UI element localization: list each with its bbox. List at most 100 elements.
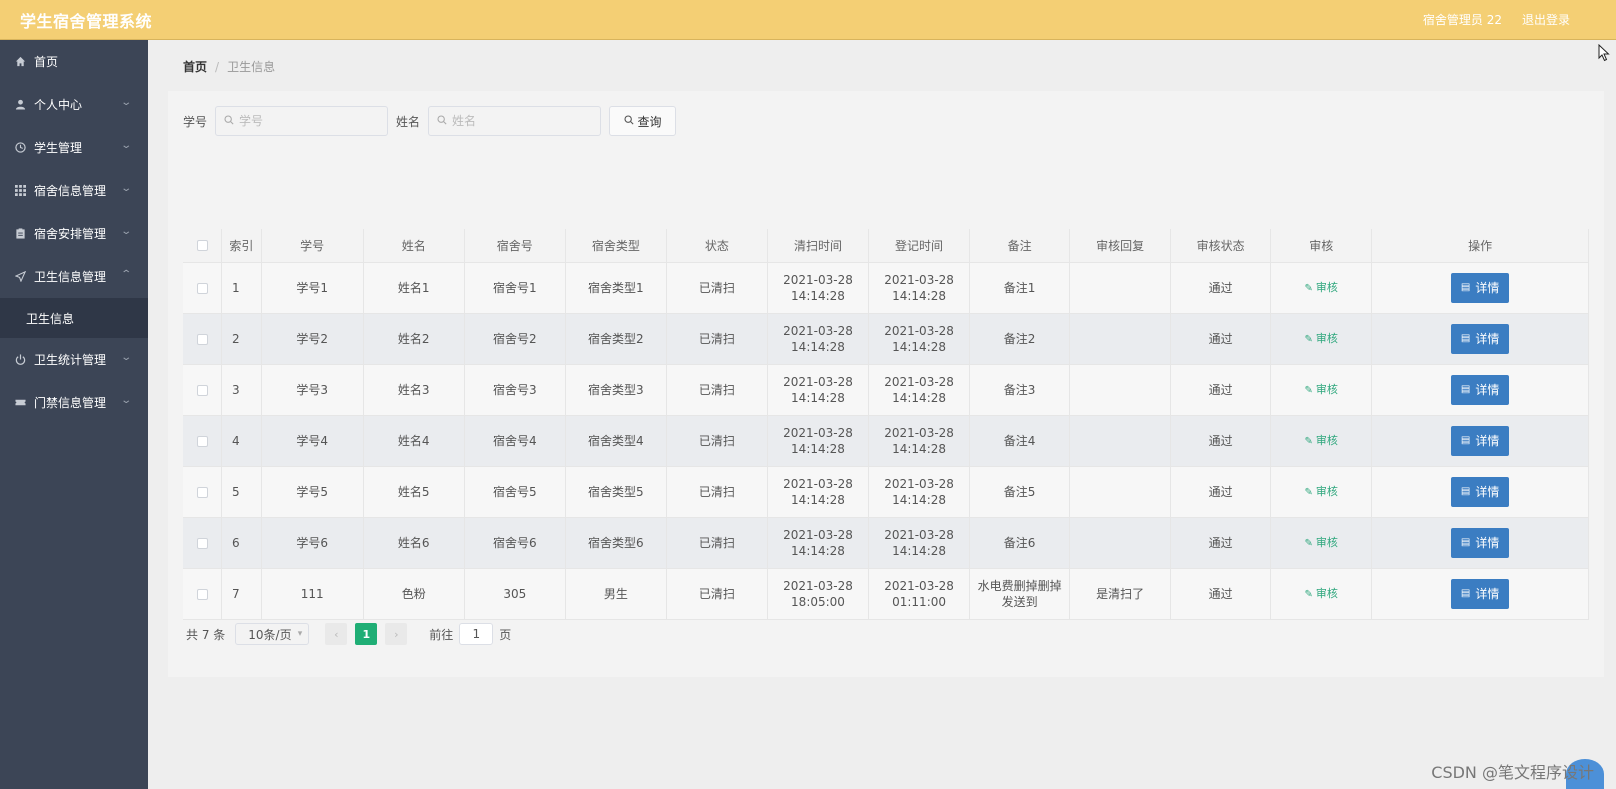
breadcrumb-home[interactable]: 首页 bbox=[183, 58, 207, 75]
breadcrumb: 首页 / 卫生信息 bbox=[183, 58, 275, 75]
detail-button[interactable]: ▤ 详情 bbox=[1451, 323, 1510, 354]
page-size-select[interactable]: 10条/页 ▾ bbox=[235, 623, 310, 645]
search-icon bbox=[623, 114, 634, 128]
status-cell: 已清扫 bbox=[666, 364, 768, 416]
index-cell: 5 bbox=[221, 466, 262, 518]
row-select-cell bbox=[183, 364, 223, 416]
name-field[interactable] bbox=[428, 106, 602, 136]
student-no-cell: 学号4 bbox=[261, 415, 364, 467]
detail-button[interactable]: ▤ 详情 bbox=[1451, 425, 1510, 456]
room-cell: 宿舍号1 bbox=[464, 262, 566, 314]
sidebar-item-label: 个人中心 bbox=[34, 98, 83, 112]
next-page-button[interactable]: › bbox=[385, 623, 408, 645]
document-icon: ▤ bbox=[1460, 434, 1471, 446]
room-cell: 宿舍号2 bbox=[464, 313, 566, 365]
table-row[interactable]: 1 学号1 姓名1 宿舍号1 宿舍类型1 已清扫 2021-03-28 14:14:28 20… bbox=[183, 262, 1589, 314]
sidebar-item-dorm-info[interactable]: 宿舍信息管理 ⌄ bbox=[0, 169, 148, 212]
row-checkbox[interactable] bbox=[196, 486, 208, 498]
sidebar-item-profile[interactable]: 个人中心 ⌄ bbox=[0, 83, 148, 126]
column-header: 学号 bbox=[261, 229, 364, 263]
audit-link[interactable]: ✎ 审核 bbox=[1305, 434, 1338, 447]
sidebar-subitem-hygiene-info[interactable]: 卫生信息 bbox=[0, 298, 148, 338]
audit-cell: ✎ 审核 bbox=[1270, 517, 1373, 569]
student-no-field[interactable] bbox=[215, 106, 389, 136]
student-no-cell: 学号3 bbox=[261, 364, 364, 416]
column-header: 备注 bbox=[969, 229, 1071, 263]
column-header: 审核状态 bbox=[1170, 229, 1272, 263]
search-icon bbox=[224, 114, 234, 128]
row-checkbox[interactable] bbox=[196, 588, 208, 600]
room-cell: 宿舍号6 bbox=[464, 517, 566, 569]
name-input[interactable] bbox=[452, 114, 593, 128]
table-row[interactable]: 4 学号4 姓名4 宿舍号4 宿舍类型4 已清扫 2021-03-28 14:14:28 20… bbox=[183, 415, 1589, 467]
audit-status-cell: 通过 bbox=[1170, 313, 1272, 365]
detail-button[interactable]: ▤ 详情 bbox=[1451, 476, 1510, 507]
sidebar-item-students[interactable]: 学生管理 ⌄ bbox=[0, 126, 148, 169]
document-icon: ▤ bbox=[1460, 587, 1471, 599]
table-row[interactable]: 6 学号6 姓名6 宿舍号6 宿舍类型6 已清扫 2021-03-28 14:14:28 20… bbox=[183, 517, 1589, 569]
register-time-cell: 2021-03-28 14:14:28 bbox=[868, 466, 971, 518]
audit-status-cell: 通过 bbox=[1170, 364, 1272, 416]
room-type-cell: 宿舍类型2 bbox=[565, 313, 667, 365]
detail-button[interactable]: ▤ 详情 bbox=[1451, 527, 1510, 558]
detail-button-label: 详情 bbox=[1475, 535, 1500, 550]
row-checkbox[interactable] bbox=[196, 333, 208, 345]
table-row[interactable]: 3 学号3 姓名3 宿舍号3 宿舍类型3 已清扫 2021-03-28 14:14:28 20… bbox=[183, 364, 1589, 416]
query-button[interactable]: 查询 bbox=[609, 106, 677, 136]
row-checkbox[interactable] bbox=[196, 435, 208, 447]
sidebar-item-dorm-arrange[interactable]: 宿舍安排管理 ⌄ bbox=[0, 212, 148, 255]
detail-button[interactable]: ▤ 详情 bbox=[1451, 578, 1510, 609]
audit-link[interactable]: ✎ 审核 bbox=[1305, 281, 1338, 294]
table-row[interactable]: 5 学号5 姓名5 宿舍号5 宿舍类型5 已清扫 2021-03-28 14:14:28 20… bbox=[183, 466, 1589, 518]
register-time-cell: 2021-03-28 14:14:28 bbox=[868, 313, 971, 365]
index-cell: 7 bbox=[221, 568, 262, 620]
content-panel: 学号 姓名 查询 bbox=[168, 91, 1604, 677]
name-cell: 姓名2 bbox=[363, 313, 465, 365]
goto-page-input[interactable] bbox=[459, 623, 494, 645]
row-checkbox[interactable] bbox=[196, 537, 208, 549]
audit-cell: ✎ 审核 bbox=[1270, 262, 1373, 314]
sidebar-item-home[interactable]: 首页 bbox=[0, 40, 148, 83]
audit-link-label: 审核 bbox=[1315, 433, 1338, 447]
student-no-input[interactable] bbox=[239, 114, 380, 128]
select-all-checkbox[interactable] bbox=[196, 240, 208, 252]
top-header: 学生宿舍管理系统 宿舍管理员 22 退出登录 bbox=[0, 0, 1616, 40]
document-icon: ▤ bbox=[1460, 536, 1471, 548]
sidebar-item-access-control[interactable]: 门禁信息管理 ⌄ bbox=[0, 381, 148, 424]
table-row[interactable]: 2 学号2 姓名2 宿舍号2 宿舍类型2 已清扫 2021-03-28 14:14:28 20… bbox=[183, 313, 1589, 365]
register-time-cell: 2021-03-28 14:14:28 bbox=[868, 364, 971, 416]
room-cell: 305 bbox=[464, 568, 566, 620]
audit-link[interactable]: ✎ 审核 bbox=[1305, 536, 1338, 549]
column-header: 宿舍类型 bbox=[565, 229, 667, 263]
page-number-button[interactable]: 1 bbox=[355, 623, 378, 645]
room-type-cell: 宿舍类型6 bbox=[565, 517, 667, 569]
detail-button-label: 详情 bbox=[1475, 382, 1500, 397]
audit-link[interactable]: ✎ 审核 bbox=[1305, 332, 1338, 345]
row-checkbox[interactable] bbox=[196, 384, 208, 396]
index-cell: 6 bbox=[221, 517, 262, 569]
audit-link-label: 审核 bbox=[1315, 280, 1338, 294]
remark-cell: 备注3 bbox=[969, 364, 1071, 416]
detail-button[interactable]: ▤ 详情 bbox=[1451, 374, 1510, 405]
row-checkbox[interactable] bbox=[196, 282, 208, 294]
sidebar-item-hygiene-mgmt[interactable]: 卫生信息管理 ⌃ bbox=[0, 255, 148, 298]
audit-link[interactable]: ✎ 审核 bbox=[1305, 383, 1338, 396]
index-cell: 2 bbox=[221, 313, 262, 365]
chevron-down-icon: ⌄ bbox=[119, 183, 132, 194]
audit-link[interactable]: ✎ 审核 bbox=[1305, 485, 1338, 498]
audit-link[interactable]: ✎ 审核 bbox=[1305, 587, 1338, 600]
reply-cell bbox=[1069, 415, 1172, 467]
edit-icon: ✎ bbox=[1304, 588, 1313, 600]
chevron-down-icon: ⌄ bbox=[119, 226, 132, 237]
audit-cell: ✎ 审核 bbox=[1270, 364, 1373, 416]
sidebar-item-hygiene-stats[interactable]: 卫生统计管理 ⌄ bbox=[0, 338, 148, 381]
audit-cell: ✎ 审核 bbox=[1270, 415, 1373, 467]
row-select-cell bbox=[183, 313, 223, 365]
audit-link-label: 审核 bbox=[1315, 535, 1338, 549]
logout-link[interactable]: 退出登录 bbox=[1522, 11, 1570, 28]
chevron-down-icon: ⌄ bbox=[119, 140, 132, 151]
row-select-cell bbox=[183, 517, 223, 569]
detail-button[interactable]: ▤ 详情 bbox=[1451, 272, 1510, 303]
table-row[interactable]: 7 111 色粉 305 男生 已清扫 2021-03-28 18:05:00 2021-03… bbox=[183, 568, 1589, 620]
prev-page-button[interactable]: ‹ bbox=[325, 623, 348, 645]
